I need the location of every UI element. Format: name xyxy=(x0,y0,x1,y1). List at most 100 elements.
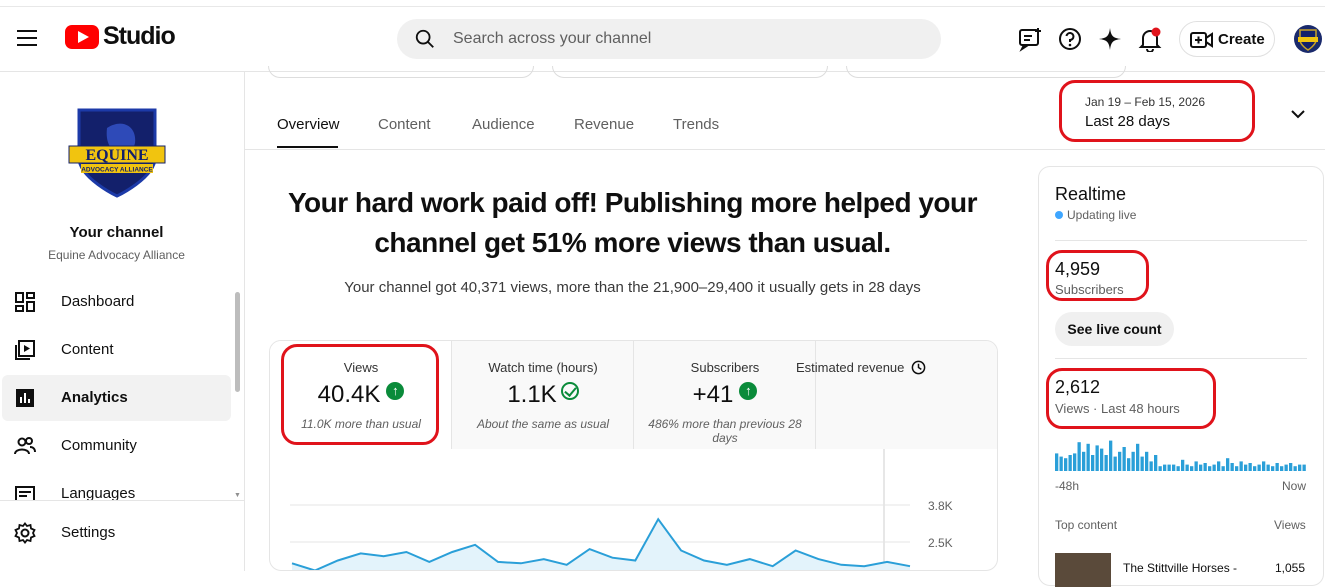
filter-chip[interactable] xyxy=(846,66,1126,78)
realtime-bar xyxy=(1284,464,1288,471)
nav-label: Settings xyxy=(61,524,116,541)
languages-icon xyxy=(15,486,35,501)
nav-languages[interactable]: Languages xyxy=(2,471,231,501)
channel-logo[interactable]: EQUINE ADVOCACY ALLIANCE xyxy=(67,108,167,198)
metric-note: 11.0K more than usual xyxy=(301,417,421,431)
analytics-icon xyxy=(16,389,34,407)
realtime-bar xyxy=(1104,455,1108,471)
create-button[interactable]: Create xyxy=(1179,21,1275,57)
realtime-bar-chart[interactable] xyxy=(1055,439,1307,471)
nav-label: Community xyxy=(61,437,137,454)
search-input[interactable] xyxy=(453,28,913,50)
subscribers-count: 4,959 xyxy=(1055,259,1101,279)
realtime-bar xyxy=(1064,458,1068,471)
help-icon[interactable] xyxy=(1057,26,1083,52)
metric-views[interactable]: Views 40.4K 11.0K more than usual xyxy=(270,341,452,449)
realtime-bar xyxy=(1226,458,1230,471)
views-48h-count: 2,612 xyxy=(1055,377,1101,397)
realtime-bar xyxy=(1217,461,1221,471)
feedback-icon[interactable] xyxy=(1017,26,1043,52)
realtime-bar xyxy=(1199,464,1203,471)
chevron-down-icon[interactable] xyxy=(1290,106,1306,122)
tabs-divider xyxy=(245,149,1325,150)
realtime-bar xyxy=(1230,463,1234,471)
realtime-bar xyxy=(1145,451,1149,471)
tab-trends[interactable]: Trends xyxy=(673,116,719,133)
metric-title: Estimated revenue xyxy=(796,360,997,375)
clock-icon xyxy=(911,360,926,375)
top-divider xyxy=(0,6,1325,7)
search-bar[interactable] xyxy=(397,19,941,59)
notifications-bell-icon[interactable] xyxy=(1137,26,1163,52)
realtime-bar xyxy=(1262,461,1266,471)
nav-label: Dashboard xyxy=(61,293,135,310)
subscribers-label: Subscribers xyxy=(1055,282,1124,297)
realtime-bar xyxy=(1167,464,1171,471)
realtime-bar xyxy=(1176,466,1180,471)
realtime-bar xyxy=(1275,463,1279,471)
scroll-down-icon[interactable]: ▼ xyxy=(234,492,241,499)
realtime-bar xyxy=(1194,461,1198,471)
nav-label: Content xyxy=(61,341,114,358)
sidebar-scrollbar[interactable] xyxy=(235,292,240,392)
metric-note: About the same as usual xyxy=(476,417,610,431)
filter-chip[interactable] xyxy=(268,66,534,78)
sidebar-divider xyxy=(0,500,245,501)
realtime-status: Updating live xyxy=(1067,208,1137,222)
realtime-bar xyxy=(1190,466,1194,471)
nav-analytics[interactable]: Analytics xyxy=(2,375,231,421)
realtime-bar xyxy=(1298,464,1302,471)
metric-title: Watch time (hours) xyxy=(488,360,598,375)
nav-label: Languages xyxy=(61,485,136,501)
y-tick-label: 2.5K xyxy=(928,536,953,550)
metric-estimated-revenue[interactable]: Estimated revenue xyxy=(796,341,997,449)
metric-title: Subscribers xyxy=(690,360,760,375)
y-tick-label: 3.8K xyxy=(928,499,953,513)
realtime-bar xyxy=(1118,451,1122,471)
metric-note: 486% more than previous 28 days xyxy=(648,417,802,445)
svg-text:ADVOCACY ALLIANCE: ADVOCACY ALLIANCE xyxy=(81,167,153,174)
tab-revenue[interactable]: Revenue xyxy=(574,116,634,133)
top-video-title[interactable]: The Stittville Horses - xyxy=(1123,561,1237,575)
filter-chip[interactable] xyxy=(552,66,828,78)
metric-value: 1.1K xyxy=(452,381,634,409)
realtime-bar xyxy=(1077,442,1081,471)
realtime-bar xyxy=(1127,458,1131,471)
nav-content[interactable]: Content xyxy=(2,327,231,373)
tab-content[interactable]: Content xyxy=(378,116,431,133)
realtime-bar xyxy=(1253,466,1257,471)
divider xyxy=(1055,358,1307,359)
menu-icon[interactable] xyxy=(17,30,37,46)
youtube-logo-icon[interactable] xyxy=(65,25,99,49)
realtime-bar xyxy=(1163,464,1167,471)
realtime-bar xyxy=(1280,466,1284,471)
nav-settings[interactable]: Settings xyxy=(2,510,231,556)
date-range-label: Last 28 days xyxy=(1085,113,1171,130)
top-video-views: 1,055 xyxy=(1275,561,1306,575)
metric-subscribers[interactable]: Subscribers +41 486% more than previous … xyxy=(634,341,816,449)
account-avatar[interactable] xyxy=(1294,25,1322,53)
community-icon xyxy=(14,437,36,455)
realtime-bar xyxy=(1095,445,1099,471)
sparkle-icon[interactable] xyxy=(1097,26,1123,52)
metric-watch-time[interactable]: Watch time (hours) 1.1K About the same a… xyxy=(452,341,634,449)
realtime-bar xyxy=(1131,451,1135,471)
views-chart[interactable]: 3.8K 2.5K xyxy=(270,449,998,571)
realtime-title: Realtime xyxy=(1055,184,1127,204)
realtime-bar xyxy=(1289,463,1293,471)
views-48h-label: Views · Last 48 hours xyxy=(1055,401,1180,416)
channel-title: Your channel xyxy=(69,224,164,241)
realtime-bar xyxy=(1113,456,1117,471)
realtime-bar xyxy=(1244,464,1248,471)
arrow-up-icon xyxy=(386,382,405,400)
studio-logo-text[interactable]: Studio xyxy=(103,22,176,51)
tab-overview[interactable]: Overview xyxy=(277,116,340,133)
realtime-bar xyxy=(1257,464,1261,471)
metric-title: Views xyxy=(343,360,379,375)
divider xyxy=(1055,240,1307,241)
nav-community[interactable]: Community xyxy=(2,423,231,469)
video-thumbnail[interactable] xyxy=(1055,553,1111,587)
tab-audience[interactable]: Audience xyxy=(472,116,535,133)
nav-dashboard[interactable]: Dashboard xyxy=(2,279,231,325)
see-live-count-button[interactable]: See live count xyxy=(1055,312,1174,346)
